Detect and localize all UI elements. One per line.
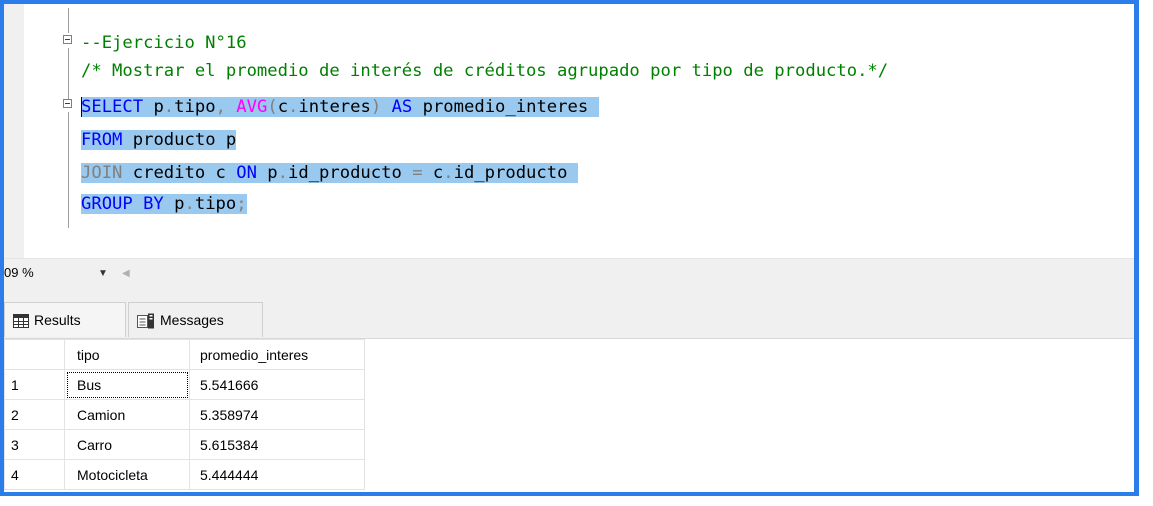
code-token: . (184, 194, 195, 214)
code-token: . (443, 163, 454, 183)
code-token: interes (298, 97, 371, 117)
code-token: . (163, 97, 175, 117)
keyword-join: JOIN (81, 163, 123, 183)
code-token: . (277, 163, 288, 183)
column-header-promedio-interes[interactable]: promedio_interes (189, 339, 365, 370)
code-token: p (256, 163, 278, 183)
row-number[interactable]: 2 (4, 399, 65, 430)
outline-line (68, 8, 69, 33)
selected-code: SELECT p.tipo, AVG(c.interes) AS promedi… (81, 97, 599, 117)
cell-promedio-interes[interactable]: 5.615384 (189, 429, 365, 460)
code-token: id_producto (288, 163, 413, 183)
zoom-level[interactable]: 09 % (4, 265, 34, 280)
results-tabs: Results Messages (4, 288, 1134, 339)
table-header-row: tipo promedio_interes (4, 339, 365, 370)
code-token: c (422, 163, 444, 183)
code-token: = (412, 163, 423, 183)
tab-results-label: Results (34, 312, 81, 328)
code-token: ) (370, 97, 382, 117)
tab-results[interactable]: Results (4, 302, 126, 337)
cell-tipo[interactable]: Bus (64, 369, 190, 400)
row-number[interactable]: 4 (4, 459, 65, 490)
editor-gutter (4, 4, 24, 258)
table-row: 1 Bus 5.541666 (4, 369, 365, 400)
code-line-3: SELECT p.tipo, AVG(c.interes) AS promedi… (81, 95, 599, 119)
selected-code: FROM producto p (81, 130, 237, 150)
row-number[interactable]: 3 (4, 429, 65, 460)
selected-code: JOIN credito c ON p.id_producto = c.id_p… (81, 163, 578, 183)
code-line-5: JOIN credito c ON p.id_producto = c.id_p… (81, 161, 578, 185)
cell-promedio-interes[interactable]: 5.444444 (189, 459, 365, 490)
keyword-select: SELECT (81, 97, 144, 117)
outline-line (68, 48, 69, 100)
code-token: . (288, 97, 299, 117)
chevron-down-icon[interactable]: ▼ (98, 268, 108, 279)
code-token: tipo (174, 97, 216, 117)
collapse-region-icon[interactable] (63, 35, 72, 44)
comment-text: --Ejercicio N°16 (81, 33, 247, 53)
code-token: producto p (122, 130, 237, 150)
grid-icon (13, 314, 29, 329)
collapse-region-icon[interactable] (63, 99, 72, 108)
sql-editor[interactable]: --Ejercicio N°16 /* Mostrar el promedio … (4, 4, 1134, 258)
results-grid: tipo promedio_interes 1 Bus 5.541666 2 C… (4, 339, 1134, 492)
code-token: id_producto (453, 163, 578, 183)
keyword-on: ON (236, 163, 257, 183)
code-token: ; (236, 194, 247, 214)
function-avg: AVG (236, 97, 268, 117)
messages-icon (137, 313, 154, 329)
code-line-1: --Ejercicio N°16 (81, 31, 247, 55)
column-header-tipo[interactable]: tipo (64, 339, 190, 370)
row-header-corner[interactable] (4, 339, 65, 370)
code-token: promedio_interes (412, 97, 599, 117)
code-token: tipo (194, 194, 237, 214)
code-token: credito c (122, 163, 237, 183)
code-token: ( (267, 97, 278, 117)
keyword-group-by: GROUP BY (81, 194, 164, 214)
code-line-2: /* Mostrar el promedio de interés de cré… (81, 59, 888, 83)
table-row: 2 Camion 5.358974 (4, 399, 365, 430)
results-table: tipo promedio_interes 1 Bus 5.541666 2 C… (4, 339, 365, 490)
selected-code: GROUP BY p.tipo; (81, 194, 247, 214)
cell-tipo[interactable]: Carro (64, 429, 190, 460)
cell-promedio-interes[interactable]: 5.541666 (189, 369, 365, 400)
outline-line (68, 112, 69, 228)
tab-messages-label: Messages (160, 312, 224, 328)
code-token: p (163, 194, 185, 214)
table-row: 3 Carro 5.615384 (4, 429, 365, 460)
code-line-4: FROM producto p (81, 128, 237, 152)
cell-tipo[interactable]: Motocicleta (64, 459, 190, 490)
cell-promedio-interes[interactable]: 5.358974 (189, 399, 365, 430)
code-token: c (277, 97, 289, 117)
row-number[interactable]: 1 (4, 369, 65, 400)
code-token: , (215, 97, 226, 117)
code-token: p (143, 97, 164, 117)
tab-messages[interactable]: Messages (128, 302, 263, 337)
query-window: --Ejercicio N°16 /* Mostrar el promedio … (0, 0, 1139, 496)
scroll-left-icon[interactable]: ◀ (122, 268, 130, 279)
zoom-bar: 09 % ▼ ◀ (4, 258, 1134, 289)
code-line-6: GROUP BY p.tipo; (81, 192, 247, 216)
keyword-from: FROM (81, 130, 123, 150)
cell-tipo[interactable]: Camion (64, 399, 190, 430)
keyword-as: AS (391, 97, 413, 117)
table-row: 4 Motocicleta 5.444444 (4, 459, 365, 490)
comment-text: /* Mostrar el promedio de interés de cré… (81, 61, 889, 81)
